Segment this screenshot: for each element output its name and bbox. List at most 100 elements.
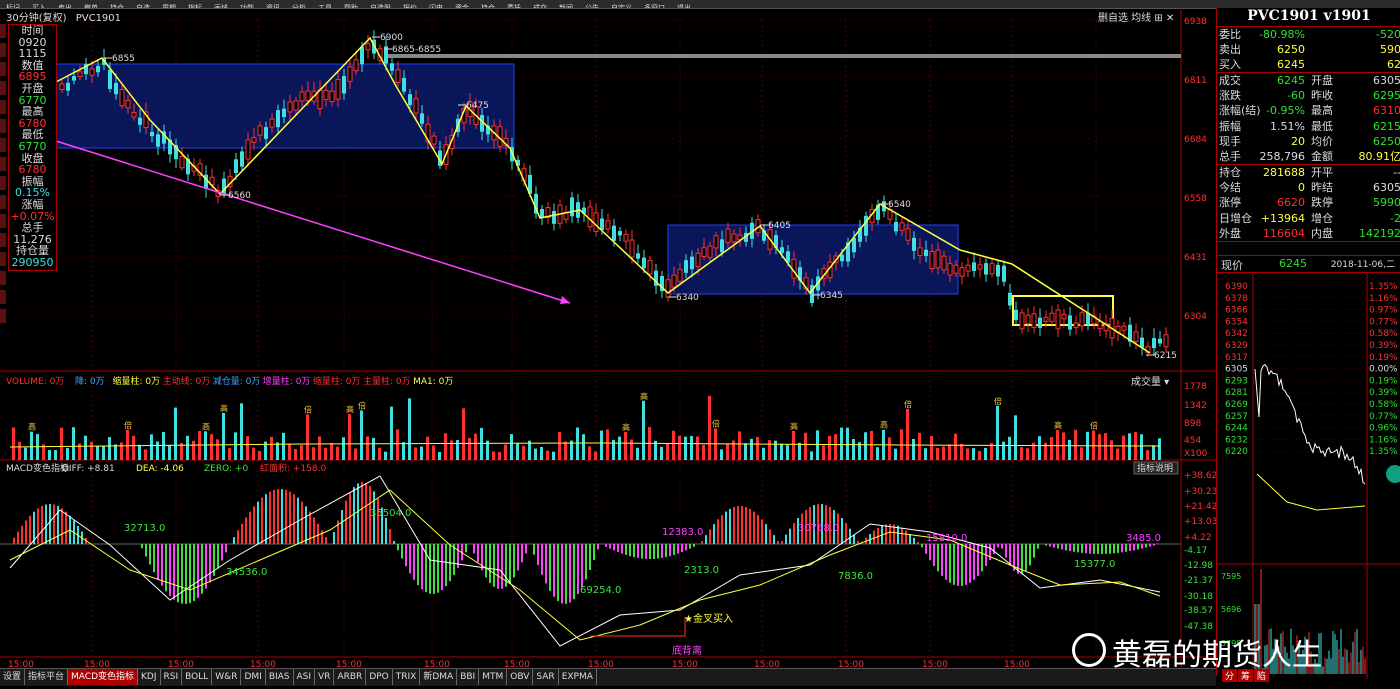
volume-tag: 倍: [304, 404, 312, 414]
info-box-line: 最高: [9, 106, 56, 118]
volume-tag: 高: [880, 420, 888, 430]
chart-tools[interactable]: 删自选 均线 ⊞ ✕: [1098, 9, 1174, 24]
quote-value: 6305: [1373, 73, 1400, 88]
candle-body: [234, 159, 238, 173]
candle-body: [96, 66, 100, 72]
candle-body: [996, 265, 1000, 277]
volume-bar: [810, 451, 813, 460]
macd-legend: 红面积: +158.0: [260, 462, 326, 474]
volume-bar: [246, 436, 249, 460]
indicator-tab[interactable]: OBV: [507, 669, 533, 685]
volume-tag: 倍: [712, 418, 720, 428]
time-axis-label: 15:00: [504, 660, 530, 668]
indicator-tabs[interactable]: 设置指标平台MACD变色指标KDJRSIBOLLW&RDMIBIASASIVRA…: [0, 668, 1216, 686]
volume-bar: [1026, 448, 1029, 460]
kline-chart-area[interactable]: 693868116684655864316304685569006865-685…: [0, 8, 1216, 668]
volume-bar: [954, 434, 957, 460]
badge-icon[interactable]: [1386, 465, 1400, 483]
macd-legend: DEA: -4.06: [136, 464, 184, 474]
indicator-tab[interactable]: EXPMA: [559, 669, 597, 685]
quote-label: 跌停: [1311, 195, 1333, 210]
left-tab[interactable]: [0, 62, 6, 76]
volume-bar: [1116, 449, 1119, 460]
indicator-tab[interactable]: MACD变色指标: [68, 669, 138, 685]
quote-label: 卖出: [1219, 42, 1241, 57]
quote-value: 0: [1298, 180, 1305, 195]
indicator-tab[interactable]: W&R: [212, 669, 241, 685]
left-tab[interactable]: [0, 195, 6, 209]
intraday-price-label: 6329: [1225, 341, 1248, 351]
candle-body: [924, 250, 928, 256]
indicator-tab[interactable]: BBI: [457, 669, 479, 685]
volume-bar: [1152, 445, 1155, 460]
intraday-chart[interactable]: 63901.35%63781.16%63660.97%63540.77%6342…: [1217, 274, 1400, 689]
volume-bar: [360, 410, 363, 460]
volume-bar: [90, 442, 93, 460]
indicator-tab[interactable]: TRIX: [393, 669, 421, 685]
quote-value: 5990: [1373, 195, 1400, 210]
volume-bar: [744, 443, 747, 460]
price-annotation: 6475: [466, 101, 489, 111]
volume-bar: [48, 450, 51, 460]
left-tab[interactable]: [0, 271, 6, 285]
left-tab[interactable]: [0, 157, 6, 171]
left-tab[interactable]: [0, 290, 6, 304]
candle-body: [642, 258, 646, 269]
indicator-tab[interactable]: ASI: [294, 669, 316, 685]
candle-body: [720, 239, 724, 252]
volume-bar: [630, 439, 633, 460]
intraday-price-label: 6257: [1225, 412, 1248, 422]
left-side-tabs[interactable]: [0, 24, 6, 344]
left-tab[interactable]: [0, 100, 6, 114]
macd-annotation: 3485.0: [1126, 533, 1161, 544]
volume-bar: [216, 439, 219, 460]
volume-bar: [312, 447, 315, 460]
left-tab[interactable]: [0, 214, 6, 228]
volume-bar: [558, 432, 561, 460]
indicator-tab[interactable]: 新DMA: [420, 669, 457, 685]
indicator-tab[interactable]: BOLL: [182, 669, 212, 685]
left-tab[interactable]: [0, 43, 6, 57]
candle-body: [318, 90, 322, 109]
divider: [1217, 255, 1400, 256]
indicator-tab[interactable]: 设置: [0, 669, 25, 685]
left-tab[interactable]: [0, 176, 6, 190]
candle-body: [1008, 293, 1012, 306]
candle-body: [306, 91, 310, 100]
left-tab[interactable]: [0, 81, 6, 95]
volume-bar: [468, 438, 471, 460]
left-tab[interactable]: [0, 233, 6, 247]
intraday-price-line: [1255, 365, 1365, 484]
indicator-tab[interactable]: ARBR: [334, 669, 366, 685]
macd-axis-label: +38.62: [1184, 471, 1216, 481]
quote-row: 持仓281688开平--: [1219, 165, 1400, 180]
left-tab[interactable]: [0, 119, 6, 133]
candle-body: [270, 119, 274, 127]
candle-body: [396, 70, 400, 83]
indicator-tab[interactable]: 指标平台: [25, 669, 68, 685]
quote-label: 昨结: [1311, 180, 1333, 195]
period-label[interactable]: 30分钟(复权): [6, 13, 67, 24]
quote-label: 振幅: [1219, 119, 1241, 134]
indicator-tab[interactable]: RSI: [161, 669, 183, 685]
volume-bar: [72, 427, 75, 460]
volume-button[interactable]: 成交量 ▾: [1131, 375, 1169, 388]
left-tab[interactable]: [0, 138, 6, 152]
indicator-tab[interactable]: BIAS: [266, 669, 294, 685]
trend-line[interactable]: [56, 141, 570, 303]
left-tab[interactable]: [0, 309, 6, 323]
indicator-tab[interactable]: VR: [315, 669, 334, 685]
macd-axis-label: -30.18: [1184, 592, 1213, 602]
quote-value: 6310: [1373, 103, 1400, 118]
left-tab[interactable]: [0, 252, 6, 266]
indicator-tab[interactable]: DPO: [366, 669, 392, 685]
left-tab[interactable]: [0, 24, 6, 38]
indicator-tab[interactable]: SAR: [533, 669, 558, 685]
range-box[interactable]: [56, 64, 514, 148]
volume-bar: [414, 447, 417, 460]
volume-bar: [642, 401, 645, 460]
time-axis-label: 15:00: [838, 660, 864, 668]
indicator-tab[interactable]: DMI: [241, 669, 265, 685]
indicator-tab[interactable]: KDJ: [138, 669, 161, 685]
indicator-tab[interactable]: MTM: [479, 669, 507, 685]
